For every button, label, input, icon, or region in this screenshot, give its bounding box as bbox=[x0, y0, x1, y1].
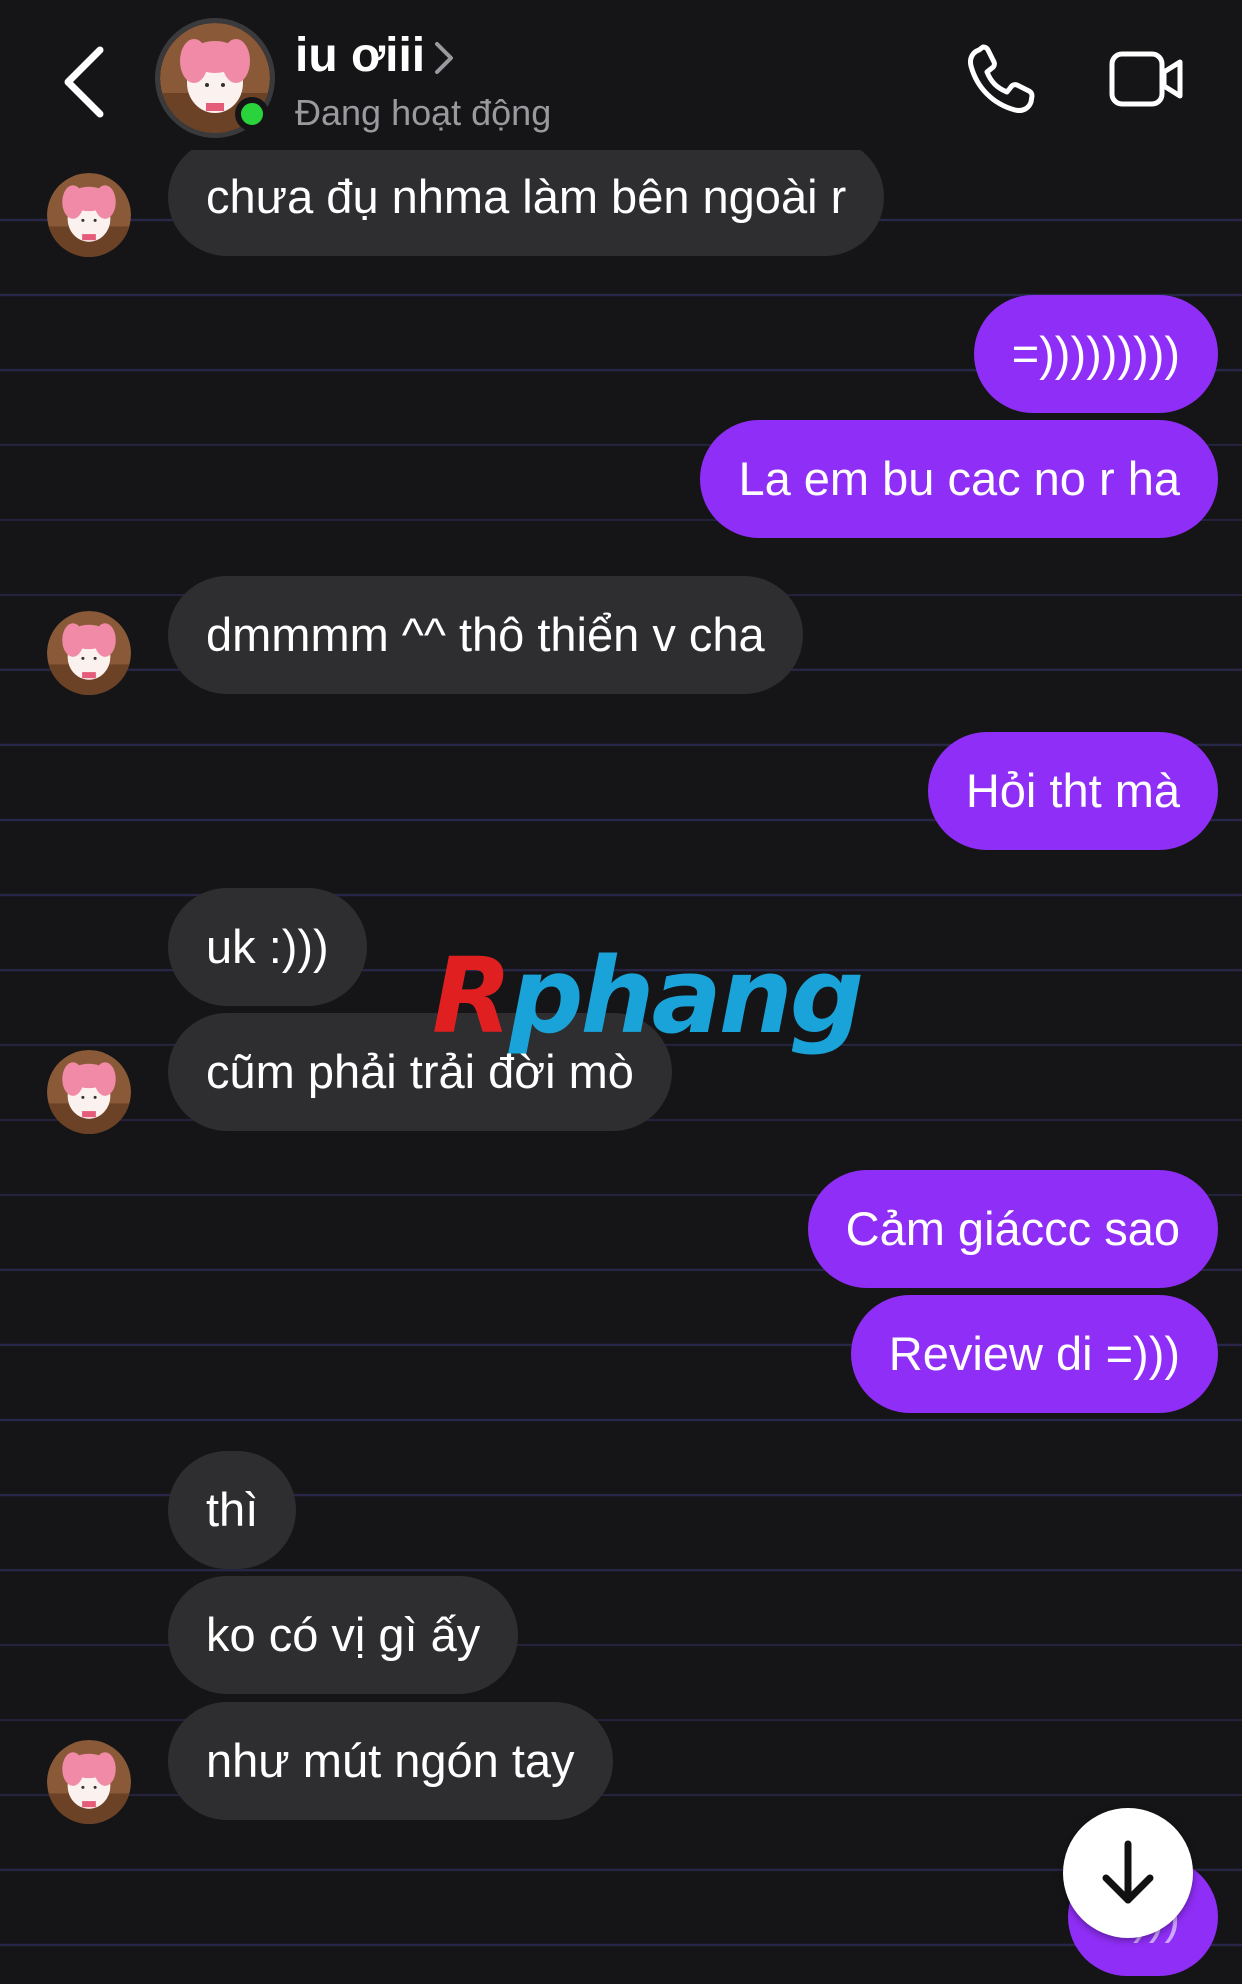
activity-status: Đang hoạt động bbox=[295, 92, 552, 133]
outgoing-message[interactable]: Review di =))) bbox=[850, 1295, 1218, 1413]
chat-header: iu ơiii Đang hoạt động bbox=[0, 0, 1242, 150]
phone-icon[interactable] bbox=[965, 44, 1037, 116]
incoming-message[interactable]: chưa đụ nhma làm bên ngoài r bbox=[168, 138, 885, 256]
watermark-logo: Rphang bbox=[432, 935, 864, 1057]
sender-avatar[interactable] bbox=[47, 1740, 131, 1824]
incoming-message[interactable]: ko có vị gì ấy bbox=[168, 1576, 519, 1694]
video-camera-icon[interactable] bbox=[1108, 48, 1184, 110]
arrow-down-icon bbox=[1102, 1840, 1154, 1904]
back-chevron-icon[interactable] bbox=[58, 42, 118, 122]
online-indicator bbox=[235, 97, 269, 131]
outgoing-message[interactable]: Cảm giáccc sao bbox=[807, 1170, 1218, 1288]
outgoing-message[interactable]: Hỏi tht mà bbox=[927, 732, 1218, 850]
incoming-message[interactable]: như mút ngón tay bbox=[168, 1702, 613, 1820]
scroll-to-bottom-button[interactable] bbox=[1063, 1808, 1193, 1938]
sender-avatar[interactable] bbox=[47, 611, 131, 695]
contact-name[interactable]: iu ơiii bbox=[295, 28, 425, 83]
outgoing-message[interactable]: La em bu cac no r ha bbox=[700, 420, 1218, 538]
sender-avatar[interactable] bbox=[47, 173, 131, 257]
outgoing-message[interactable]: =))))))))) bbox=[973, 295, 1218, 413]
incoming-message[interactable]: thì bbox=[168, 1451, 297, 1569]
chevron-right-icon[interactable] bbox=[432, 38, 456, 78]
sender-avatar[interactable] bbox=[47, 1050, 131, 1134]
incoming-message[interactable]: dmmmm ^^ thô thiển v cha bbox=[168, 576, 803, 694]
incoming-message[interactable]: uk :))) bbox=[168, 888, 367, 1006]
